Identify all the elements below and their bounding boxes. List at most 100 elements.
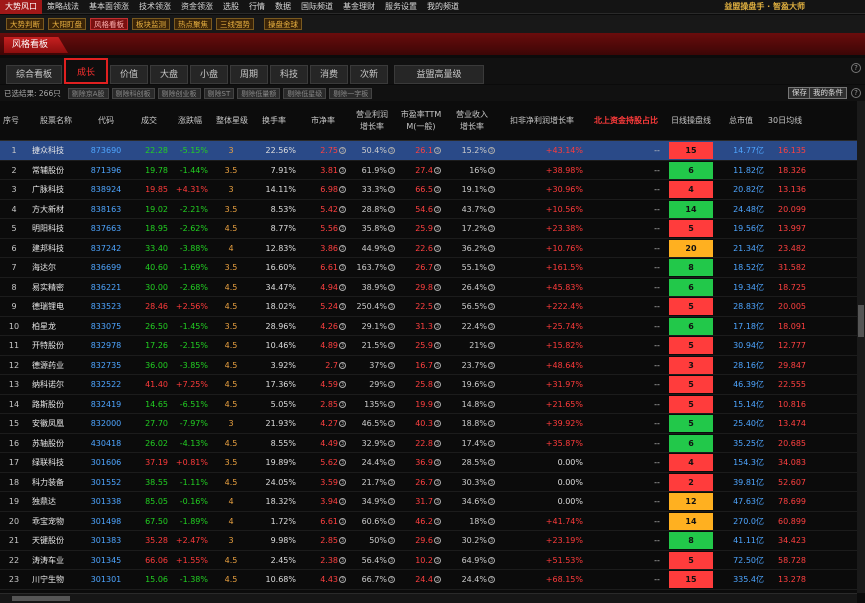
stock-name[interactable]: 捷众科技 (32, 141, 82, 160)
stock-code[interactable]: 301383 (83, 531, 129, 550)
info-circle-icon[interactable]: 3 (488, 147, 495, 154)
info-circle-icon[interactable]: 3 (339, 498, 346, 505)
info-circle-icon[interactable]: 3 (339, 439, 346, 447)
info-circle-icon[interactable]: 3 (388, 537, 395, 544)
info-circle-icon[interactable]: 3 (488, 166, 495, 174)
table-row[interactable]: 21 天键股份 301383 35.28 +2.47% 3 9.98% 2.85 3 50% 3 29… (0, 531, 857, 551)
menu-item[interactable]: 我的频道 (422, 0, 464, 14)
info-circle-icon[interactable]: 3 (434, 576, 441, 583)
table-row[interactable]: 2 常辅股份 871396 19.78 -1.44% 3.5 7.91% 3.81 3 61.9%… (0, 161, 857, 180)
info-circle-icon[interactable]: 3 (434, 498, 441, 505)
stock-code[interactable]: 832978 (83, 336, 129, 355)
toolbar-button[interactable]: 操盘金球 (264, 18, 302, 30)
info-circle-icon[interactable]: 3 (434, 147, 441, 154)
info-circle-icon[interactable]: 3 (388, 381, 395, 388)
column-header-market_cap[interactable]: 总市值 (718, 101, 764, 141)
column-header-profit_growth[interactable]: 营业利润 增长率 (348, 101, 396, 141)
filter-button[interactable]: 剔除科创板 (111, 87, 155, 99)
table-row[interactable]: 5 明阳科技 837663 18.95 -2.62% 4.5 8.77% 5.56 3 35.8%… (0, 219, 857, 239)
info-circle-icon[interactable]: 3 (488, 264, 495, 271)
stock-name[interactable]: 海达尔 (32, 258, 82, 277)
info-circle-icon[interactable]: 3 (388, 186, 395, 193)
stock-name[interactable]: 德瑞锂电 (32, 297, 82, 316)
stock-name[interactable]: 科力装备 (32, 473, 82, 492)
column-header-name[interactable]: 股票名称 (30, 101, 82, 141)
stock-name[interactable]: 天键股份 (32, 531, 82, 550)
stock-code[interactable]: 301498 (83, 512, 129, 531)
info-circle-icon[interactable]: 3 (488, 459, 495, 466)
column-header-idx[interactable]: 序号 (0, 101, 22, 141)
stock-code[interactable]: 871396 (83, 161, 129, 180)
filter-button[interactable]: 剔除低星级 (283, 87, 327, 99)
info-circle-icon[interactable]: 3 (388, 342, 395, 349)
info-circle-icon[interactable]: 3 (388, 576, 395, 583)
menu-item[interactable]: 大势风口 (0, 0, 42, 14)
table-row[interactable]: 8 易实精密 836221 30.00 -2.68% 4.5 34.47% 4.94 3 38.9… (0, 278, 857, 297)
info-circle-icon[interactable]: 3 (388, 244, 395, 252)
info-circle-icon[interactable]: 3 (434, 459, 441, 466)
info-circle-icon[interactable]: 3 (388, 498, 395, 505)
column-header-net_profit_growth[interactable]: 扣非净利润增长率 (500, 101, 584, 141)
info-circle-icon[interactable]: 3 (488, 322, 495, 330)
vertical-scroll-thumb[interactable] (858, 305, 864, 337)
stock-code[interactable]: 301606 (83, 453, 129, 472)
info-circle-icon[interactable]: 3 (388, 439, 395, 447)
stock-name[interactable]: 易实精密 (32, 278, 82, 297)
info-circle-icon[interactable]: 3 (388, 517, 395, 525)
info-circle-icon[interactable]: 3 (339, 459, 346, 466)
info-circle-icon[interactable]: 3 (434, 537, 441, 544)
stock-code[interactable]: 833523 (83, 297, 129, 316)
info-circle-icon[interactable]: 3 (388, 322, 395, 330)
stock-name[interactable]: 路斯股份 (32, 395, 82, 414)
stock-code[interactable]: 836221 (83, 278, 129, 297)
info-circle-icon[interactable]: 3 (488, 420, 495, 427)
table-row[interactable]: 7 海达尔 836699 40.60 -1.69% 3.5 16.60% 6.61 3 163.7… (0, 258, 857, 278)
stock-code[interactable]: 832735 (83, 356, 129, 375)
info-circle-icon[interactable]: 3 (434, 283, 441, 291)
page-tab-style-board[interactable]: 风格看板 (4, 37, 68, 53)
info-circle-icon[interactable]: 3 (434, 264, 441, 271)
tab-4[interactable]: 小盘 (190, 65, 228, 84)
table-row[interactable]: 6 建邦科技 837242 33.40 -3.88% 4 12.83% 3.86 3 44.9% 3… (0, 239, 857, 258)
info-circle-icon[interactable]: 3 (388, 264, 395, 271)
info-circle-icon[interactable]: 3 (488, 303, 495, 310)
info-circle-icon[interactable]: 3 (488, 244, 495, 252)
menu-item[interactable]: 国际频道 (296, 0, 338, 14)
table-row[interactable]: 12 德源药业 832735 36.00 -3.85% 4.5 3.92% 2.7 3 37% 3 1… (0, 356, 857, 375)
stock-name[interactable]: 广脉科技 (32, 180, 82, 199)
table-row[interactable]: 23 川宁生物 301301 15.06 -1.38% 4.5 10.68% 4.43 3 66.… (0, 570, 857, 590)
tab-0[interactable]: 综合看板 (6, 65, 62, 84)
stock-name[interactable]: 开特股份 (32, 336, 82, 355)
stock-name[interactable]: 常辅股份 (32, 161, 82, 180)
table-row[interactable]: 14 路斯股份 832419 14.65 -6.51% 4.5 5.05% 2.85 3 135%… (0, 395, 857, 414)
info-circle-icon[interactable]: 3 (488, 498, 495, 505)
table-row[interactable]: 17 绿联科技 301606 37.19 +0.81% 3.5 19.89% 5.62 3 24.… (0, 453, 857, 473)
table-row[interactable]: 18 科力装备 301552 38.55 -1.11% 4.5 24.05% 3.59 3 21.… (0, 473, 857, 492)
info-circle-icon[interactable]: 3 (388, 478, 395, 486)
stock-name[interactable]: 明阳科技 (32, 219, 82, 238)
stock-name[interactable]: 纳科诺尔 (32, 375, 82, 394)
column-header-star[interactable]: 整体星级 (214, 101, 250, 141)
menu-item[interactable]: 数据 (270, 0, 296, 14)
column-header-ma30[interactable]: 30日均线 (764, 101, 806, 141)
info-circle-icon[interactable]: 3 (434, 381, 441, 388)
info-circle-icon[interactable]: 3 (488, 556, 495, 564)
stock-code[interactable]: 837242 (83, 239, 129, 258)
info-circle-icon[interactable]: 3 (339, 166, 346, 174)
info-circle-icon[interactable]: 3 (339, 147, 346, 154)
stock-code[interactable]: 838924 (83, 180, 129, 199)
stock-name[interactable]: 涛涛车业 (32, 551, 82, 570)
filter-button[interactable]: 剔除低量额 (237, 87, 281, 99)
info-circle-icon[interactable]: 3 (339, 303, 346, 310)
stock-code[interactable]: 832000 (83, 414, 129, 433)
tab-8[interactable]: 次新 (350, 65, 388, 84)
info-circle-icon[interactable]: 3 (488, 186, 495, 193)
info-circle-icon[interactable]: 3 (339, 342, 346, 349)
column-header-price[interactable]: 成交 (130, 101, 168, 141)
info-circle-icon[interactable]: 3 (339, 264, 346, 271)
toolbar-button[interactable]: 大势判断 (6, 18, 44, 30)
info-circle-icon[interactable]: 3 (434, 205, 441, 213)
filter-button[interactable]: 剔除一字板 (329, 87, 373, 99)
toolbar-button[interactable]: 热点聚焦 (174, 18, 212, 30)
help-icon[interactable]: ? (851, 63, 861, 73)
